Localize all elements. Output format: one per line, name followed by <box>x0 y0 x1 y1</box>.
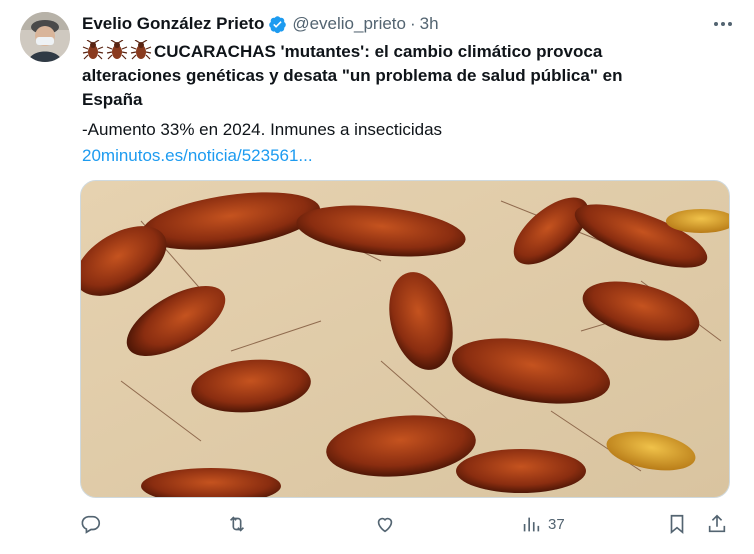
tweet-text: CUCARACHAS 'mutantes': el cambio climáti… <box>82 40 682 168</box>
heart-icon <box>377 517 393 533</box>
separator-dot: · <box>409 14 416 33</box>
views-icon <box>523 517 540 532</box>
author-name[interactable]: Evelio González Prieto <box>82 14 264 34</box>
tweet-subline: -Aumento 33% en 2024. Inmunes a insectic… <box>82 120 443 139</box>
tweet-card[interactable]: Evelio González Prieto @evelio_prieto · … <box>0 0 754 554</box>
retweet-button[interactable] <box>226 510 248 538</box>
cockroach-emoji-icon <box>106 40 128 60</box>
cockroaches-photo <box>81 181 729 497</box>
article-link[interactable]: 20minutos.es/noticia/523561... <box>82 144 682 168</box>
tweet-timestamp[interactable]: 3h <box>420 14 439 34</box>
author-handle[interactable]: @evelio_prieto <box>292 14 406 34</box>
tweet-header: Evelio González Prieto @evelio_prieto · … <box>82 12 738 36</box>
views-button[interactable]: 37 <box>520 510 565 538</box>
more-options-button[interactable] <box>708 10 738 38</box>
headline-text: CUCARACHAS 'mutantes': el cambio climáti… <box>82 42 623 109</box>
views-count: 37 <box>548 515 565 533</box>
reply-button[interactable] <box>80 510 102 538</box>
avatar-image <box>20 12 70 62</box>
like-button[interactable] <box>374 510 396 538</box>
tweet-headline: CUCARACHAS 'mutantes': el cambio climáti… <box>82 40 682 112</box>
bookmark-icon <box>670 514 684 535</box>
tweet-media-image[interactable] <box>80 180 730 498</box>
tweet-actions-bar: 37 <box>80 510 732 538</box>
cockroach-emoji-icon <box>130 40 152 60</box>
share-button[interactable] <box>706 510 728 538</box>
ellipsis-icon <box>714 22 732 26</box>
reply-icon <box>81 515 101 534</box>
share-icon <box>708 514 726 533</box>
bookmark-button[interactable] <box>666 510 688 538</box>
cockroach-emoji-icon <box>82 40 104 60</box>
retweet-icon <box>229 516 245 532</box>
avatar[interactable] <box>20 12 70 62</box>
verified-badge-icon <box>269 15 287 33</box>
